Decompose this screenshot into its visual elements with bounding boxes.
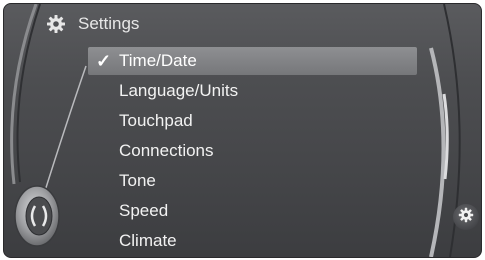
gear-icon xyxy=(458,207,474,228)
checkmark-icon: ✓ xyxy=(96,51,112,71)
header: Settings xyxy=(46,12,139,36)
menu-item-label: Touchpad xyxy=(119,111,193,130)
menu-item-label: Language/Units xyxy=(119,81,239,100)
menu-item-touchpad[interactable]: Touchpad xyxy=(119,107,193,135)
menu-item-speed[interactable]: Speed xyxy=(119,197,168,225)
decorative-arcs xyxy=(10,4,461,257)
rotary-knob-icon[interactable] xyxy=(13,184,61,248)
menu-item-time-date[interactable]: ✓ Time/Date xyxy=(88,47,417,75)
settings-screen: Settings ✓ Time/Date Language/Units Touc… xyxy=(3,3,482,258)
menu-item-tone[interactable]: Tone xyxy=(119,167,156,195)
menu-item-connections[interactable]: Connections xyxy=(119,137,214,165)
settings-button[interactable] xyxy=(453,204,479,230)
menu-item-label: Time/Date xyxy=(119,51,197,70)
gear-icon xyxy=(46,14,66,34)
menu-item-climate[interactable]: Climate xyxy=(119,227,177,255)
menu-item-label: Climate xyxy=(119,231,177,250)
menu-item-label: Connections xyxy=(119,141,214,160)
menu-item-language-units[interactable]: Language/Units xyxy=(119,77,238,105)
menu-item-label: Speed xyxy=(119,201,169,220)
menu-item-label: Tone xyxy=(119,171,156,190)
page-title: Settings xyxy=(78,14,140,33)
